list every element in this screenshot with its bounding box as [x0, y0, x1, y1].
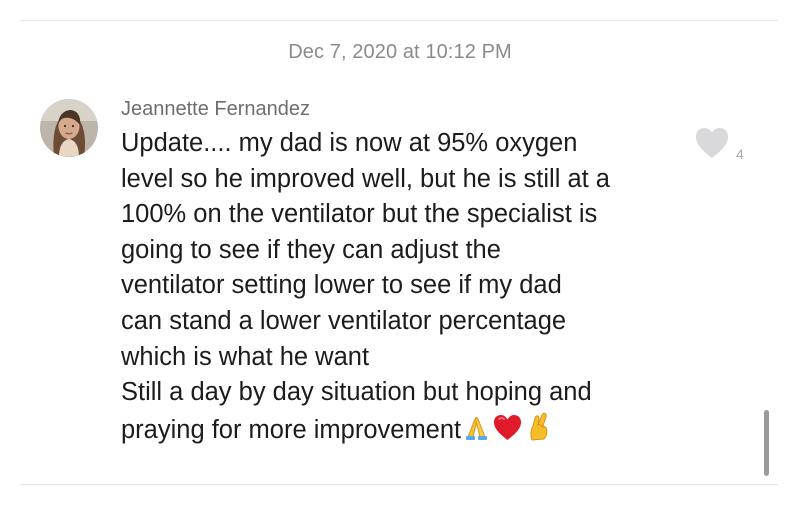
- like-count: 4: [736, 146, 744, 162]
- avatar[interactable]: [40, 99, 98, 157]
- red-heart-emoji: [492, 413, 523, 453]
- comment-message: Update.... my dad is now at 95% oxygen l…: [121, 126, 691, 452]
- top-divider: [20, 20, 778, 21]
- like-button[interactable]: 4: [694, 126, 754, 166]
- comment-author[interactable]: Jeannette Fernandez: [121, 98, 310, 121]
- vertical-scrollbar[interactable]: [764, 410, 769, 476]
- folded-hands-emoji: [462, 413, 491, 453]
- bottom-divider: [20, 484, 778, 485]
- comment-message-text: Update.... my dad is now at 95% oxygen l…: [121, 129, 610, 444]
- heart-icon: [696, 128, 728, 158]
- crossed-fingers-emoji: [524, 411, 553, 453]
- comment-thread-screen: Dec 7, 2020 at 10:12 PM Jeannette Fernan…: [0, 0, 800, 505]
- profile-photo-icon: [40, 99, 98, 157]
- comment-emojis: [461, 412, 553, 444]
- comment-timestamp: Dec 7, 2020 at 10:12 PM: [288, 41, 512, 63]
